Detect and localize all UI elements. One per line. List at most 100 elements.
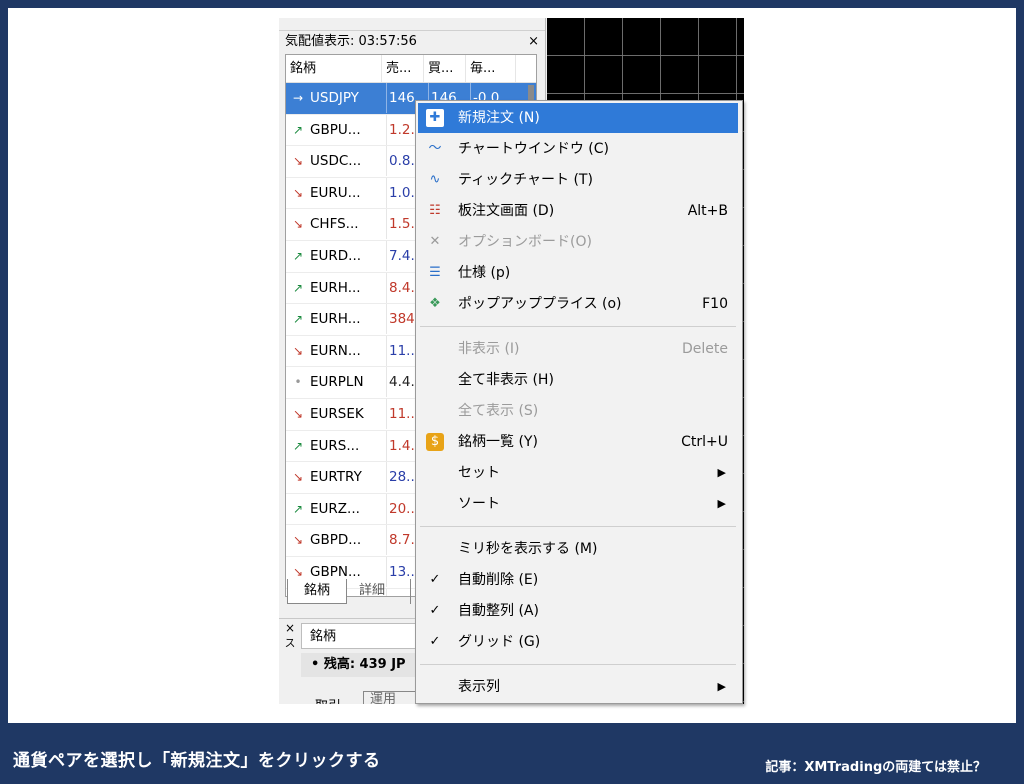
menu-item-shortcut: Ctrl+U (681, 434, 728, 450)
menu-item[interactable]: 〜 チャートウインドウ (C) (418, 134, 738, 164)
arrow-down-icon: ↘ (292, 343, 304, 358)
neutral-dot-icon: • (294, 375, 302, 390)
menu-item-shortcut: Delete (682, 341, 728, 357)
menu-item[interactable]: ソート ▶ (418, 489, 738, 519)
menu-item-label: 非表示 (I) (458, 341, 520, 357)
close-icon[interactable]: × (528, 30, 539, 54)
symbol-cell: USDC... (310, 153, 362, 170)
menu-item[interactable]: ✓ 自動整列 (A) (418, 596, 738, 626)
column-header-change[interactable]: 毎... (466, 55, 516, 82)
toolbox-side-label: ツールボックス (281, 637, 297, 704)
chart-window-icon: 〜 (428, 141, 442, 156)
menu-item[interactable]: ミリ秒を表示する (M) (418, 534, 738, 564)
menu-item[interactable]: ❖ ポップアッププライス (o) F10 (418, 289, 738, 319)
context-menu: ✚ 新規注文 (N) 〜 チャートウインドウ (C) ∿ ティックチャート (T) ☷ 板注文… (415, 100, 743, 704)
menu-separator (420, 326, 736, 327)
arrow-up-icon: ↗ (292, 312, 304, 327)
symbol-cell: CHFS... (310, 216, 359, 233)
menu-item-label: 仕様 (p) (458, 265, 511, 281)
specification-icon: ☰ (429, 265, 441, 280)
market-watch-title: 気配値表示: 03:57:56 (285, 34, 417, 49)
menu-item-label: グリッド (G) (458, 634, 541, 650)
check-icon: ✓ (429, 603, 441, 618)
menu-item-label: 新規注文 (N) (458, 110, 540, 126)
symbol-cell: EURPLN (310, 374, 364, 391)
symbol-cell: GBPU... (310, 121, 361, 138)
menu-item[interactable]: 全て非表示 (H) (418, 365, 738, 395)
submenu-arrow-icon: ▶ (717, 466, 726, 479)
arrow-down-icon: ↘ (292, 154, 304, 169)
symbol-cell: USDJPY (310, 90, 359, 106)
symbol-cell: EURS... (310, 437, 360, 454)
menu-item-label: セット (458, 465, 500, 481)
symbol-cell: EURN... (310, 342, 361, 359)
close-icon[interactable]: × (285, 621, 295, 635)
symbol-cell: EURSEK (310, 405, 364, 422)
menu-item[interactable]: ☷ 板注文画面 (D) Alt+B (418, 196, 738, 226)
menu-item-shortcut: Alt+B (687, 203, 728, 219)
submenu-arrow-icon: ▶ (717, 680, 726, 693)
menu-item-label: 表示列 (458, 679, 500, 695)
check-icon: ✓ (429, 634, 441, 649)
arrow-up-icon: ↗ (292, 438, 304, 453)
menu-item-label: 板注文画面 (D) (458, 203, 555, 219)
menu-item[interactable]: 全て表示 (S) (418, 396, 738, 426)
symbol-cell: GBPD... (310, 532, 362, 549)
arrow-down-icon: ↘ (292, 185, 304, 200)
menu-item[interactable]: セット ▶ (418, 458, 738, 488)
menu-item-label: 全て表示 (S) (458, 403, 539, 419)
menu-item[interactable]: ✓ グリッド (G) (418, 627, 738, 657)
menu-item-label: ポップアッププライス (o) (458, 296, 622, 312)
menu-item[interactable]: ✕ オプションボード(O) (418, 227, 738, 257)
menu-item-label: オプションボード(O) (458, 234, 592, 250)
symbol-cell: EURH... (310, 311, 361, 328)
tab-trade[interactable]: 取引 (315, 695, 341, 704)
tab-symbols[interactable]: 銘柄 (287, 579, 347, 604)
menu-item-label: ソート (458, 496, 500, 512)
popup-prices-icon: ❖ (429, 296, 441, 311)
arrow-down-icon: ↘ (292, 406, 304, 421)
column-header-ask[interactable]: 買... (424, 55, 466, 82)
menu-item-shortcut: F10 (702, 296, 728, 312)
menu-item-label: ミリ秒を表示する (M) (458, 541, 598, 557)
menu-item[interactable]: 非表示 (I) Delete (418, 334, 738, 364)
arrow-down-icon: ↘ (292, 533, 304, 548)
submenu-arrow-icon: ▶ (717, 497, 726, 510)
symbol-cell: EURD... (310, 247, 362, 264)
menu-item-label: 銘柄一覧 (Y) (458, 434, 538, 450)
arrow-up-icon: ↗ (292, 248, 304, 263)
menu-separator (420, 664, 736, 665)
new-order-icon: ✚ (426, 109, 444, 127)
market-watch-titlebar: 気配値表示: 03:57:56 × (279, 30, 545, 54)
menu-separator (420, 526, 736, 527)
caption-text: 通貨ペアを選択し「新規注文」をクリックする (13, 751, 381, 771)
tick-chart-icon: ∿ (429, 172, 441, 187)
arrow-up-icon: ↗ (292, 122, 304, 137)
arrow-up-icon: ↗ (292, 501, 304, 516)
symbol-cell: EURTRY (310, 469, 362, 486)
menu-item-label: ティックチャート (T) (458, 172, 593, 188)
menu-item-label: 自動削除 (E) (458, 572, 539, 588)
arrow-down-icon: ↘ (292, 470, 304, 485)
menu-item-label: チャートウインドウ (C) (458, 141, 610, 157)
source-text: 記事：XMTradingの両建ては禁止？ (765, 760, 986, 775)
neutral-dot-icon: → (292, 91, 304, 105)
menu-item-label: 全て非表示 (H) (458, 372, 554, 388)
table-header: 銘柄 売... 買... 毎... (286, 55, 536, 83)
symbols-icon: $ (426, 433, 444, 451)
symbol-cell: EURH... (310, 279, 361, 296)
menu-item[interactable]: $ 銘柄一覧 (Y) Ctrl+U (418, 427, 738, 457)
menu-item[interactable]: ✚ 新規注文 (N) (418, 103, 738, 133)
depth-of-market-icon: ☷ (429, 203, 441, 218)
menu-item[interactable]: ∿ ティックチャート (T) (418, 165, 738, 195)
menu-item[interactable]: ✓ 自動削除 (E) (418, 565, 738, 595)
menu-item[interactable]: ☰ 仕様 (p) (418, 258, 738, 288)
symbol-cell: EURU... (310, 184, 361, 201)
menu-item[interactable]: 表示列 ▶ (418, 672, 738, 702)
arrow-down-icon: ↘ (292, 217, 304, 232)
column-header-bid[interactable]: 売... (382, 55, 424, 82)
option-board-icon: ✕ (429, 234, 441, 249)
column-header-symbol[interactable]: 銘柄 (286, 55, 382, 82)
tab-details[interactable]: 詳細 (351, 579, 411, 604)
toolbox-side-text: ツールボックス (283, 637, 296, 648)
